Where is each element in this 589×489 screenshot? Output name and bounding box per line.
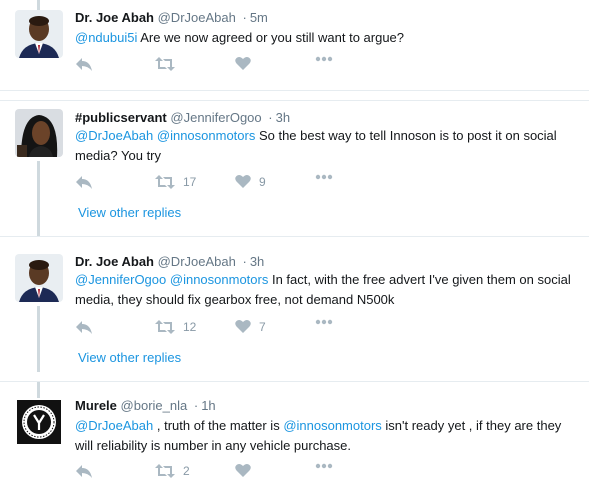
heart-icon <box>235 174 251 188</box>
tweet-divider <box>0 90 589 91</box>
more-dots-icon <box>315 463 333 469</box>
separator-dot: · <box>268 110 273 125</box>
retweet-icon <box>155 320 175 334</box>
more-dots-icon <box>315 56 333 62</box>
timestamp[interactable]: 3h <box>250 254 264 269</box>
retweet-icon <box>155 175 175 189</box>
person-suit-icon <box>15 10 63 58</box>
mention-link[interactable]: @JenniferOgoo <box>75 272 166 287</box>
like-button[interactable]: 9 <box>235 174 266 189</box>
mention-link[interactable]: @DrJoeAbah <box>75 418 153 433</box>
mention-link[interactable]: @DrJoeAbah <box>75 128 153 143</box>
display-name[interactable]: Murele <box>75 398 117 413</box>
retweet-count: 2 <box>183 464 190 478</box>
view-other-replies-link[interactable]: View other replies <box>78 205 181 220</box>
thread-line <box>37 161 40 237</box>
separator-dot: · <box>193 398 199 413</box>
user-handle[interactable]: @DrJoeAbah <box>158 254 236 269</box>
tweet-text: @JenniferOgoo @innosonmotors In fact, wi… <box>75 270 580 310</box>
union-logo-icon <box>15 398 63 446</box>
timestamp[interactable]: 3h <box>276 110 290 125</box>
retweet-button[interactable] <box>155 56 175 72</box>
tweet-2[interactable]: #publicservant @JenniferOgoo · 3h @DrJoeA… <box>0 101 589 237</box>
timestamp[interactable]: 1h <box>201 398 215 413</box>
tweet-header: #publicservant @JenniferOgoo · 3h <box>75 110 290 125</box>
woman-portrait-icon <box>15 109 63 157</box>
timestamp[interactable]: 5m <box>250 10 268 25</box>
reply-icon <box>76 465 92 478</box>
avatar[interactable] <box>15 10 63 58</box>
tweet-header: Murele @borie_nla · 1h <box>75 398 216 413</box>
display-name[interactable]: #publicservant <box>75 110 167 125</box>
more-button[interactable] <box>315 463 333 469</box>
user-handle[interactable]: @JenniferOgoo <box>170 110 261 125</box>
avatar[interactable] <box>15 254 63 302</box>
more-dots-icon <box>315 319 333 325</box>
avatar[interactable] <box>15 398 63 446</box>
tweet-body: , truth of the matter is <box>153 418 284 433</box>
retweet-count: 12 <box>183 320 197 334</box>
like-button[interactable]: 7 <box>235 319 266 334</box>
tweet-text: @ndubui5i Are we now agreed or you still… <box>75 28 580 48</box>
tweet-1[interactable]: Dr. Joe Abah @DrJoeAbah · 5m @ndubui5i Ar… <box>0 0 589 90</box>
more-dots-icon <box>315 174 333 180</box>
view-other-replies-link[interactable]: View other replies <box>78 350 181 365</box>
retweet-count: 17 <box>183 175 197 189</box>
retweet-button[interactable]: 2 <box>155 463 190 479</box>
tweet-3[interactable]: Dr. Joe Abah @DrJoeAbah · 3h @JenniferOgo… <box>0 237 589 372</box>
retweet-icon <box>155 57 175 71</box>
mention-link[interactable]: @innosonmotors <box>170 272 268 287</box>
retweet-button[interactable]: 17 <box>155 174 196 190</box>
mention-link[interactable]: @innosonmotors <box>283 418 381 433</box>
tweet-text: @DrJoeAbah @innosonmotors So the best wa… <box>75 126 580 166</box>
retweet-button[interactable]: 12 <box>155 319 196 335</box>
tweet-body: Are we now agreed or you still want to a… <box>137 30 405 45</box>
reply-button[interactable] <box>75 174 93 190</box>
mention-link[interactable]: @ndubui5i <box>75 30 137 45</box>
separator-dot: · <box>242 10 247 25</box>
reply-icon <box>76 321 92 334</box>
tweet-header: Dr. Joe Abah @DrJoeAbah · 5m <box>75 10 268 25</box>
tweet-4[interactable]: Murele @borie_nla · 1h @DrJoeAbah , truth… <box>0 382 589 489</box>
reply-button[interactable] <box>75 463 93 479</box>
user-handle[interactable]: @DrJoeAbah <box>158 10 236 25</box>
reply-icon <box>76 58 92 71</box>
reply-button[interactable] <box>75 56 93 72</box>
separator-dot: · <box>242 254 247 269</box>
more-button[interactable] <box>315 56 333 62</box>
heart-icon <box>235 463 251 477</box>
avatar[interactable] <box>15 109 63 157</box>
heart-icon <box>235 56 251 70</box>
more-button[interactable] <box>315 174 333 180</box>
thread-line <box>37 306 40 372</box>
like-button[interactable] <box>235 56 251 71</box>
like-count: 9 <box>259 174 266 189</box>
display-name[interactable]: Dr. Joe Abah <box>75 254 154 269</box>
reply-button[interactable] <box>75 319 93 335</box>
heart-icon <box>235 319 251 333</box>
like-count: 7 <box>259 319 266 334</box>
mention-link[interactable]: @innosonmotors <box>157 128 255 143</box>
like-button[interactable] <box>235 463 251 478</box>
retweet-icon <box>155 464 175 478</box>
tweet-text: @DrJoeAbah , truth of the matter is @inn… <box>75 416 580 456</box>
more-button[interactable] <box>315 319 333 325</box>
user-handle[interactable]: @borie_nla <box>121 398 188 413</box>
reply-icon <box>76 176 92 189</box>
display-name[interactable]: Dr. Joe Abah <box>75 10 154 25</box>
thread-line <box>37 382 40 398</box>
person-suit-icon <box>15 254 63 302</box>
tweet-header: Dr. Joe Abah @DrJoeAbah · 3h <box>75 254 264 269</box>
